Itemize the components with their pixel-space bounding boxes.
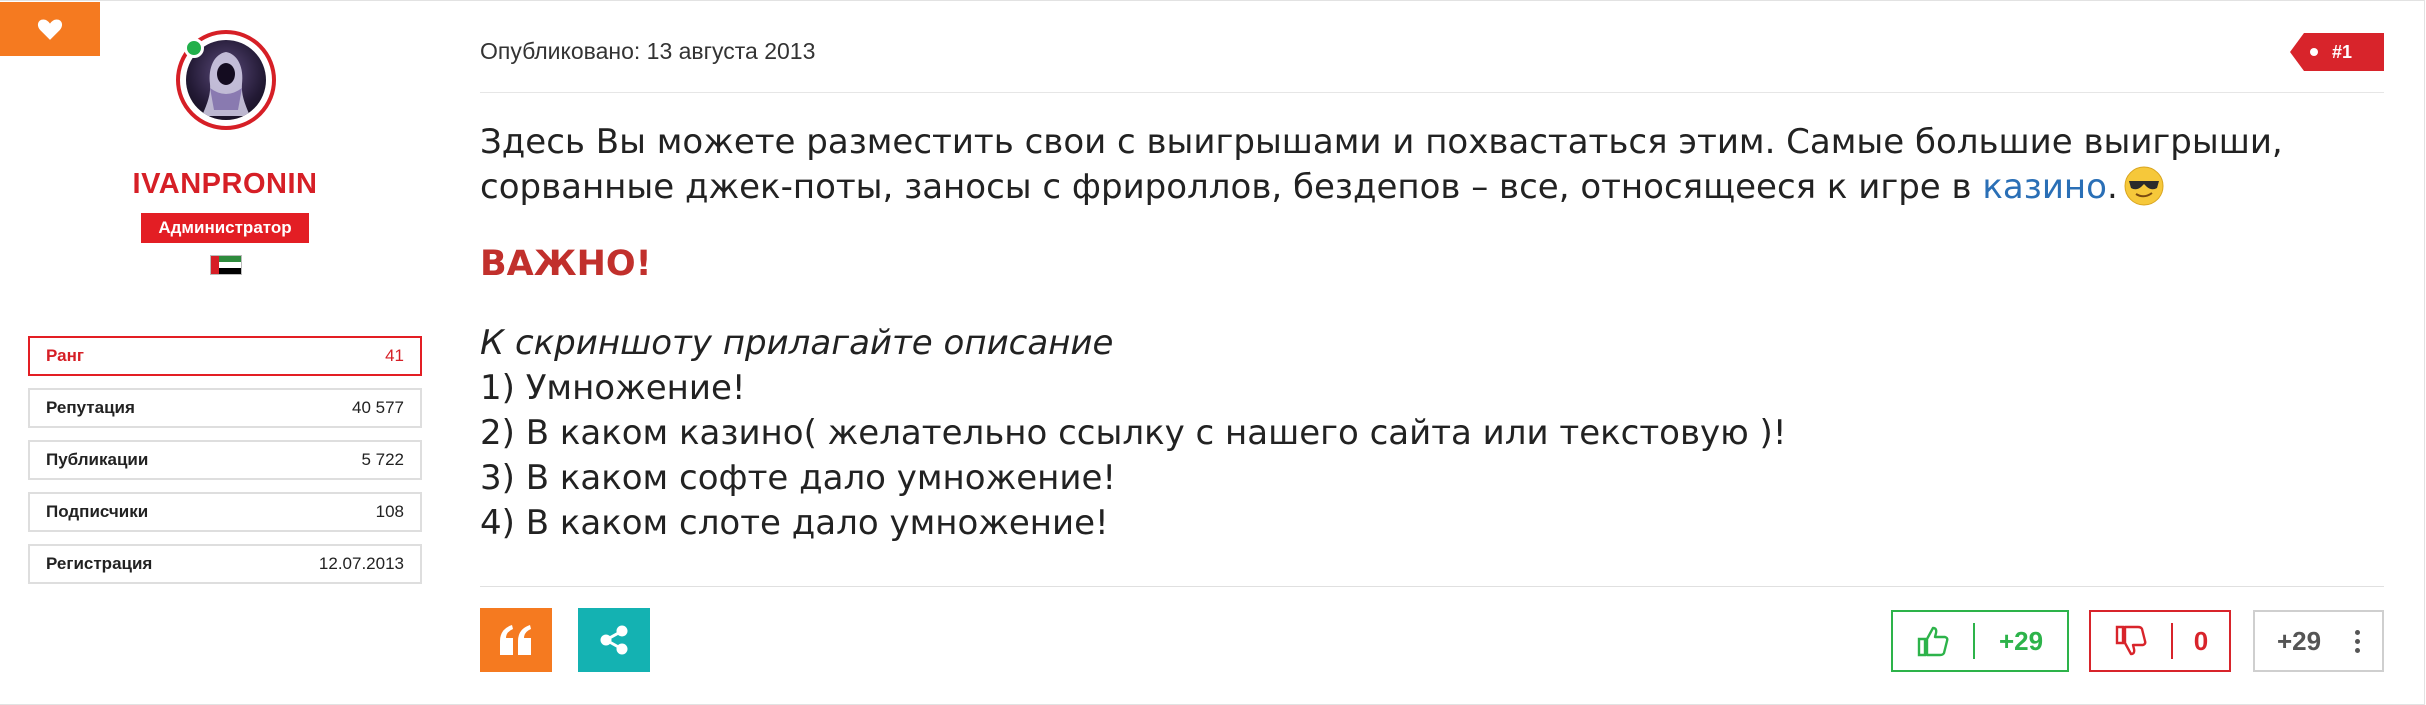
stat-registration: Регистрация 12.07.2013 [28,544,422,584]
favorite-button[interactable] [0,2,100,56]
share-button[interactable] [578,608,650,672]
list-item: 3) В каком софте дало умножение! [480,458,1117,498]
stat-value: 5 722 [361,450,404,469]
stat-label: Подписчики [46,502,149,521]
casino-link[interactable]: казино [1982,167,2107,207]
stat-label: Ранг [46,346,84,365]
stat-value: 12.07.2013 [318,554,404,573]
list-item: 4) В каком слоте дало умножение! [480,503,1109,543]
role-badge: Администратор [141,213,309,243]
intro-end: . [2106,167,2118,207]
stat-label: Публикации [46,450,149,469]
important-heading: ВАЖНО! [480,244,652,284]
stat-followers: Подписчики 108 [28,492,422,532]
reputation-count: +29 [2277,625,2322,656]
instruction-line: К скриншоту прилагайте описание [480,323,1114,363]
stat-label: Репутация [46,398,135,417]
footer-divider [480,586,2384,587]
online-status-dot [184,38,204,58]
author-stats: Ранг 41 Репутация 40 577 Публикации 5 72… [28,336,422,596]
dislike-count: 0 [2193,625,2209,656]
author-avatar[interactable] [176,30,276,130]
stat-reputation: Репутация 40 577 [28,388,422,428]
post-content: Здесь Вы можете разместить свои с выигры… [480,120,2384,546]
post-number-badge[interactable]: #1 [2290,33,2384,71]
stat-value: 40 577 [352,398,404,417]
quote-button[interactable] [480,608,552,672]
header-divider [480,92,2384,93]
like-count: +29 [1998,625,2044,656]
heart-icon [37,19,63,40]
stat-label: Регистрация [46,554,153,573]
more-vertical-icon[interactable] [2355,630,2360,657]
intro-paragraph: Здесь Вы можете разместить свои с выигры… [480,120,2384,218]
list-item: 1) Умножение! [480,368,746,408]
post-published-date: Опубликовано: 13 августа 2013 [480,38,816,64]
author-username[interactable]: IVANPRONIN [100,168,350,201]
share-icon [600,625,628,655]
reputation-button[interactable]: +29 [2253,610,2384,672]
like-button[interactable]: +29 [1891,610,2069,672]
stat-value: 41 [385,346,404,365]
list-item: 2) В каком казино( желательно ссылку с н… [480,413,1787,453]
dislike-button[interactable]: 0 [2089,610,2231,672]
thumbs-up-icon [1893,624,1973,658]
stat-rank: Ранг 41 [28,336,422,376]
thumbs-down-icon [2091,624,2171,658]
quote-icon [500,625,531,655]
post-number: #1 [2332,42,2353,62]
stat-value: 108 [375,502,404,521]
stat-publications: Публикации 5 722 [28,440,422,480]
country-flag-icon [210,255,242,275]
sunglasses-emoji [2124,166,2164,218]
